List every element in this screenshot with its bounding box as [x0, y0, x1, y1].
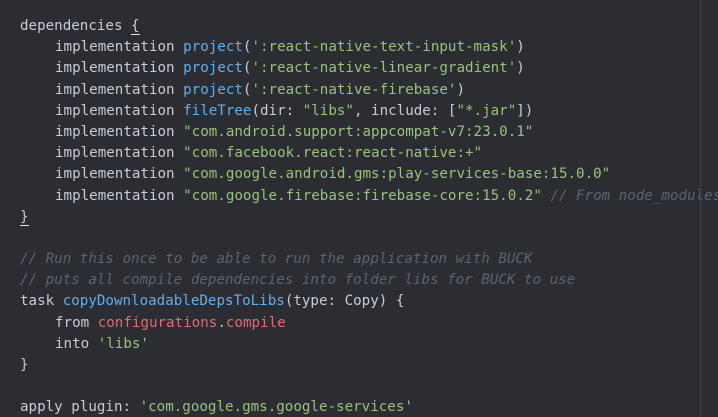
- code-line[interactable]: }: [0, 355, 718, 376]
- code-token: (dir:: [251, 102, 303, 119]
- code-token: (type: Copy) {: [284, 293, 405, 310]
- wrap-guide: [700, 0, 701, 417]
- code-line[interactable]: implementation project(':react-native-te…: [0, 37, 718, 58]
- code-token: implementation: [55, 123, 184, 140]
- code-token: implementation: [55, 81, 184, 98]
- code-token: 'libs': [97, 335, 149, 352]
- code-token: ]): [516, 102, 534, 119]
- code-token: fileTree: [183, 102, 252, 119]
- code-token: "libs": [302, 102, 354, 119]
- code-token: implementation: [55, 102, 184, 119]
- code-comment: // puts all compile dependencies into fo…: [20, 272, 576, 289]
- code-line[interactable]: implementation project(':react-native-li…: [0, 58, 718, 79]
- code-line[interactable]: from configurations.compile: [0, 313, 718, 334]
- code-token: implementation: [55, 145, 184, 162]
- code-line[interactable]: }: [0, 207, 718, 228]
- code-content[interactable]: dependencies {implementation project(':r…: [0, 16, 718, 417]
- code-line[interactable]: implementation project(':react-native-fi…: [0, 80, 718, 101]
- code-token: ): [516, 60, 525, 77]
- code-token: "com.google.firebase:firebase-core:15.0.…: [183, 187, 542, 204]
- code-token: copyDownloadableDepsToLibs: [62, 293, 285, 310]
- code-token: "*.jar": [456, 102, 517, 119]
- code-token: ): [456, 81, 466, 98]
- code-token: "com.facebook.react:react-native:+": [183, 145, 483, 162]
- code-line[interactable]: [0, 376, 718, 397]
- code-token: implementation: [55, 187, 184, 204]
- code-token: task: [20, 293, 63, 310]
- code-line[interactable]: apply plugin: 'com.google.gms.google-ser…: [0, 397, 718, 417]
- code-token: 'com.google.gms.google-services': [139, 399, 413, 416]
- code-token: "com.google.android.gms:play-services-ba…: [183, 166, 611, 183]
- code-line[interactable]: dependencies {: [0, 16, 718, 37]
- code-line[interactable]: implementation "com.google.android.gms:p…: [0, 164, 718, 185]
- matched-brace: }: [20, 208, 29, 226]
- code-token: ':react-native-linear-gradient': [251, 60, 517, 77]
- code-line[interactable]: implementation fileTree(dir: "libs", inc…: [0, 101, 718, 122]
- code-line[interactable]: implementation "com.google.firebase:fire…: [0, 186, 718, 207]
- code-token: ':react-native-firebase': [251, 81, 457, 98]
- code-token: project: [183, 39, 243, 56]
- code-token: implementation: [55, 60, 184, 77]
- code-line[interactable]: // Run this once to be able to run the a…: [0, 249, 718, 270]
- code-token: ':react-native-text-input-mask': [251, 39, 517, 56]
- code-token: implementation: [55, 39, 184, 56]
- matched-brace: {: [131, 18, 140, 35]
- code-token: from: [55, 314, 98, 331]
- code-token: dependencies: [20, 18, 132, 34]
- code-token: , include: [: [353, 102, 457, 119]
- code-token: ): [516, 39, 525, 56]
- code-line[interactable]: [0, 228, 718, 249]
- code-token: into: [55, 335, 98, 352]
- code-line[interactable]: // puts all compile dependencies into fo…: [0, 270, 718, 291]
- code-token: project: [183, 81, 243, 98]
- code-token: implementation: [55, 166, 184, 183]
- code-token: .: [217, 314, 226, 331]
- code-token: "com.android.support:appcompat-v7:23.0.1…: [183, 123, 534, 140]
- code-comment: // From node_modules: [541, 187, 718, 204]
- code-token: }: [20, 357, 29, 373]
- code-line[interactable]: implementation "com.android.support:appc…: [0, 122, 718, 143]
- code-token: apply plugin:: [20, 399, 140, 416]
- code-token: configurations: [97, 314, 218, 331]
- code-editor[interactable]: dependencies {implementation project(':r…: [0, 0, 718, 417]
- code-comment: // Run this once to be able to run the a…: [20, 251, 533, 268]
- code-line[interactable]: task copyDownloadableDepsToLibs(type: Co…: [0, 291, 718, 312]
- code-line[interactable]: into 'libs': [0, 334, 718, 355]
- code-token: compile: [225, 314, 286, 331]
- code-token: project: [183, 60, 243, 77]
- code-line[interactable]: implementation "com.facebook.react:react…: [0, 143, 718, 164]
